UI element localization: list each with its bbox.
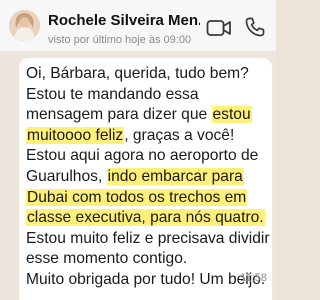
- avatar-image: [9, 10, 40, 41]
- message-line: esse momento contigo.: [26, 249, 270, 270]
- message-text-segment: Estou aqui agora no aeroporto de: [26, 147, 259, 165]
- message-line: Oi, Bárbara, querida, tudo bem?: [26, 64, 270, 85]
- video-camera-icon: [206, 20, 231, 36]
- message-line: Guarulhos, indo embarcar para: [26, 167, 270, 188]
- message-text-segment: , graças a você!: [124, 126, 235, 144]
- message-text: Oi, Bárbara, querida, tudo bem? Estou te …: [26, 64, 270, 291]
- contact-avatar[interactable]: [9, 10, 40, 41]
- message-text-segment: Estou muito feliz e precisava dividir: [26, 229, 270, 247]
- message-line: muitoooo feliz, graças a você!: [26, 126, 270, 147]
- last-seen-status: visto por último hoje às 09:00: [48, 34, 192, 46]
- message-line: Dubai com todos os trechos em: [26, 188, 270, 209]
- phone-icon: [245, 17, 265, 37]
- voice-call-button[interactable]: [244, 16, 266, 38]
- highlighted-text: indo embarcar para: [106, 167, 244, 185]
- message-line: classe executiva, para nós quatro.: [26, 208, 270, 229]
- video-call-button[interactable]: [206, 18, 232, 38]
- message-text-segment: Oi, Bárbara, querida, tudo bem?: [26, 65, 249, 82]
- message-line: Muito obrigada por tudo! Um beijo.: [26, 270, 270, 291]
- message-text-segment: Estou te mandando essa: [26, 85, 199, 103]
- message-text-segment: mensagem para dizer que: [26, 106, 212, 124]
- message-time: 11:58: [240, 272, 267, 284]
- message-line: mensagem para dizer que estou: [26, 105, 270, 126]
- highlighted-text: muitoooo feliz: [26, 126, 125, 144]
- contact-name[interactable]: Rochele Silveira Men...: [48, 12, 200, 29]
- message-line: Estou muito feliz e precisava dividir: [26, 229, 270, 250]
- message-line: Estou aqui agora no aeroporto de: [26, 146, 270, 167]
- chat-header: Rochele Silveira Men... visto por último…: [0, 0, 276, 51]
- highlighted-text: estou: [211, 106, 252, 124]
- highlighted-text: classe executiva, para nós quatro.: [26, 209, 265, 227]
- message-line: Estou te mandando essa: [26, 85, 270, 106]
- message-text-segment: Guarulhos,: [26, 167, 107, 185]
- message-text-segment: Muito obrigada por tudo! Um beijo.: [26, 270, 266, 288]
- message-text-segment: esse momento contigo.: [26, 250, 188, 268]
- highlighted-text: Dubai com todos os trechos em: [26, 188, 248, 206]
